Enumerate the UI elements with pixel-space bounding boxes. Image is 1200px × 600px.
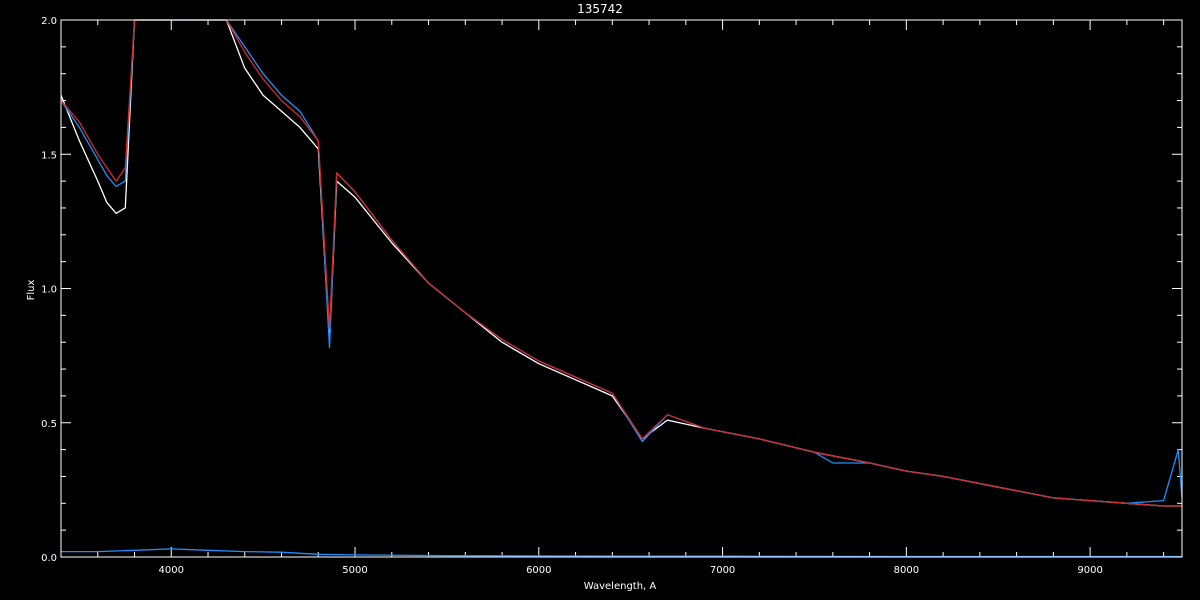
- x-axis-label: Wavelength, A: [584, 581, 657, 592]
- chart-background: [0, 0, 1200, 600]
- spectrum-plot: 135742 Wavelength, A Flux 4000 5000 6000 70…: [0, 0, 1200, 600]
- y-tick-label: 0.0: [41, 553, 57, 564]
- x-tick-label: 4000: [159, 565, 184, 576]
- y-tick-label: 1.0: [41, 285, 57, 296]
- chart-title: 135742: [577, 2, 623, 16]
- x-tick-label: 9000: [1077, 565, 1102, 576]
- x-tick-label: 7000: [710, 565, 735, 576]
- x-tick-label: 5000: [342, 565, 367, 576]
- y-tick-label: 1.5: [41, 150, 57, 161]
- y-tick-label: 2.0: [41, 16, 57, 27]
- x-tick-label: 8000: [894, 565, 919, 576]
- y-axis-label: Flux: [26, 280, 37, 301]
- spectrum-chart: 135742 Wavelength, A Flux 4000 5000 6000 70…: [0, 0, 1200, 600]
- y-tick-label: 0.5: [41, 419, 57, 430]
- x-tick-label: 6000: [526, 565, 551, 576]
